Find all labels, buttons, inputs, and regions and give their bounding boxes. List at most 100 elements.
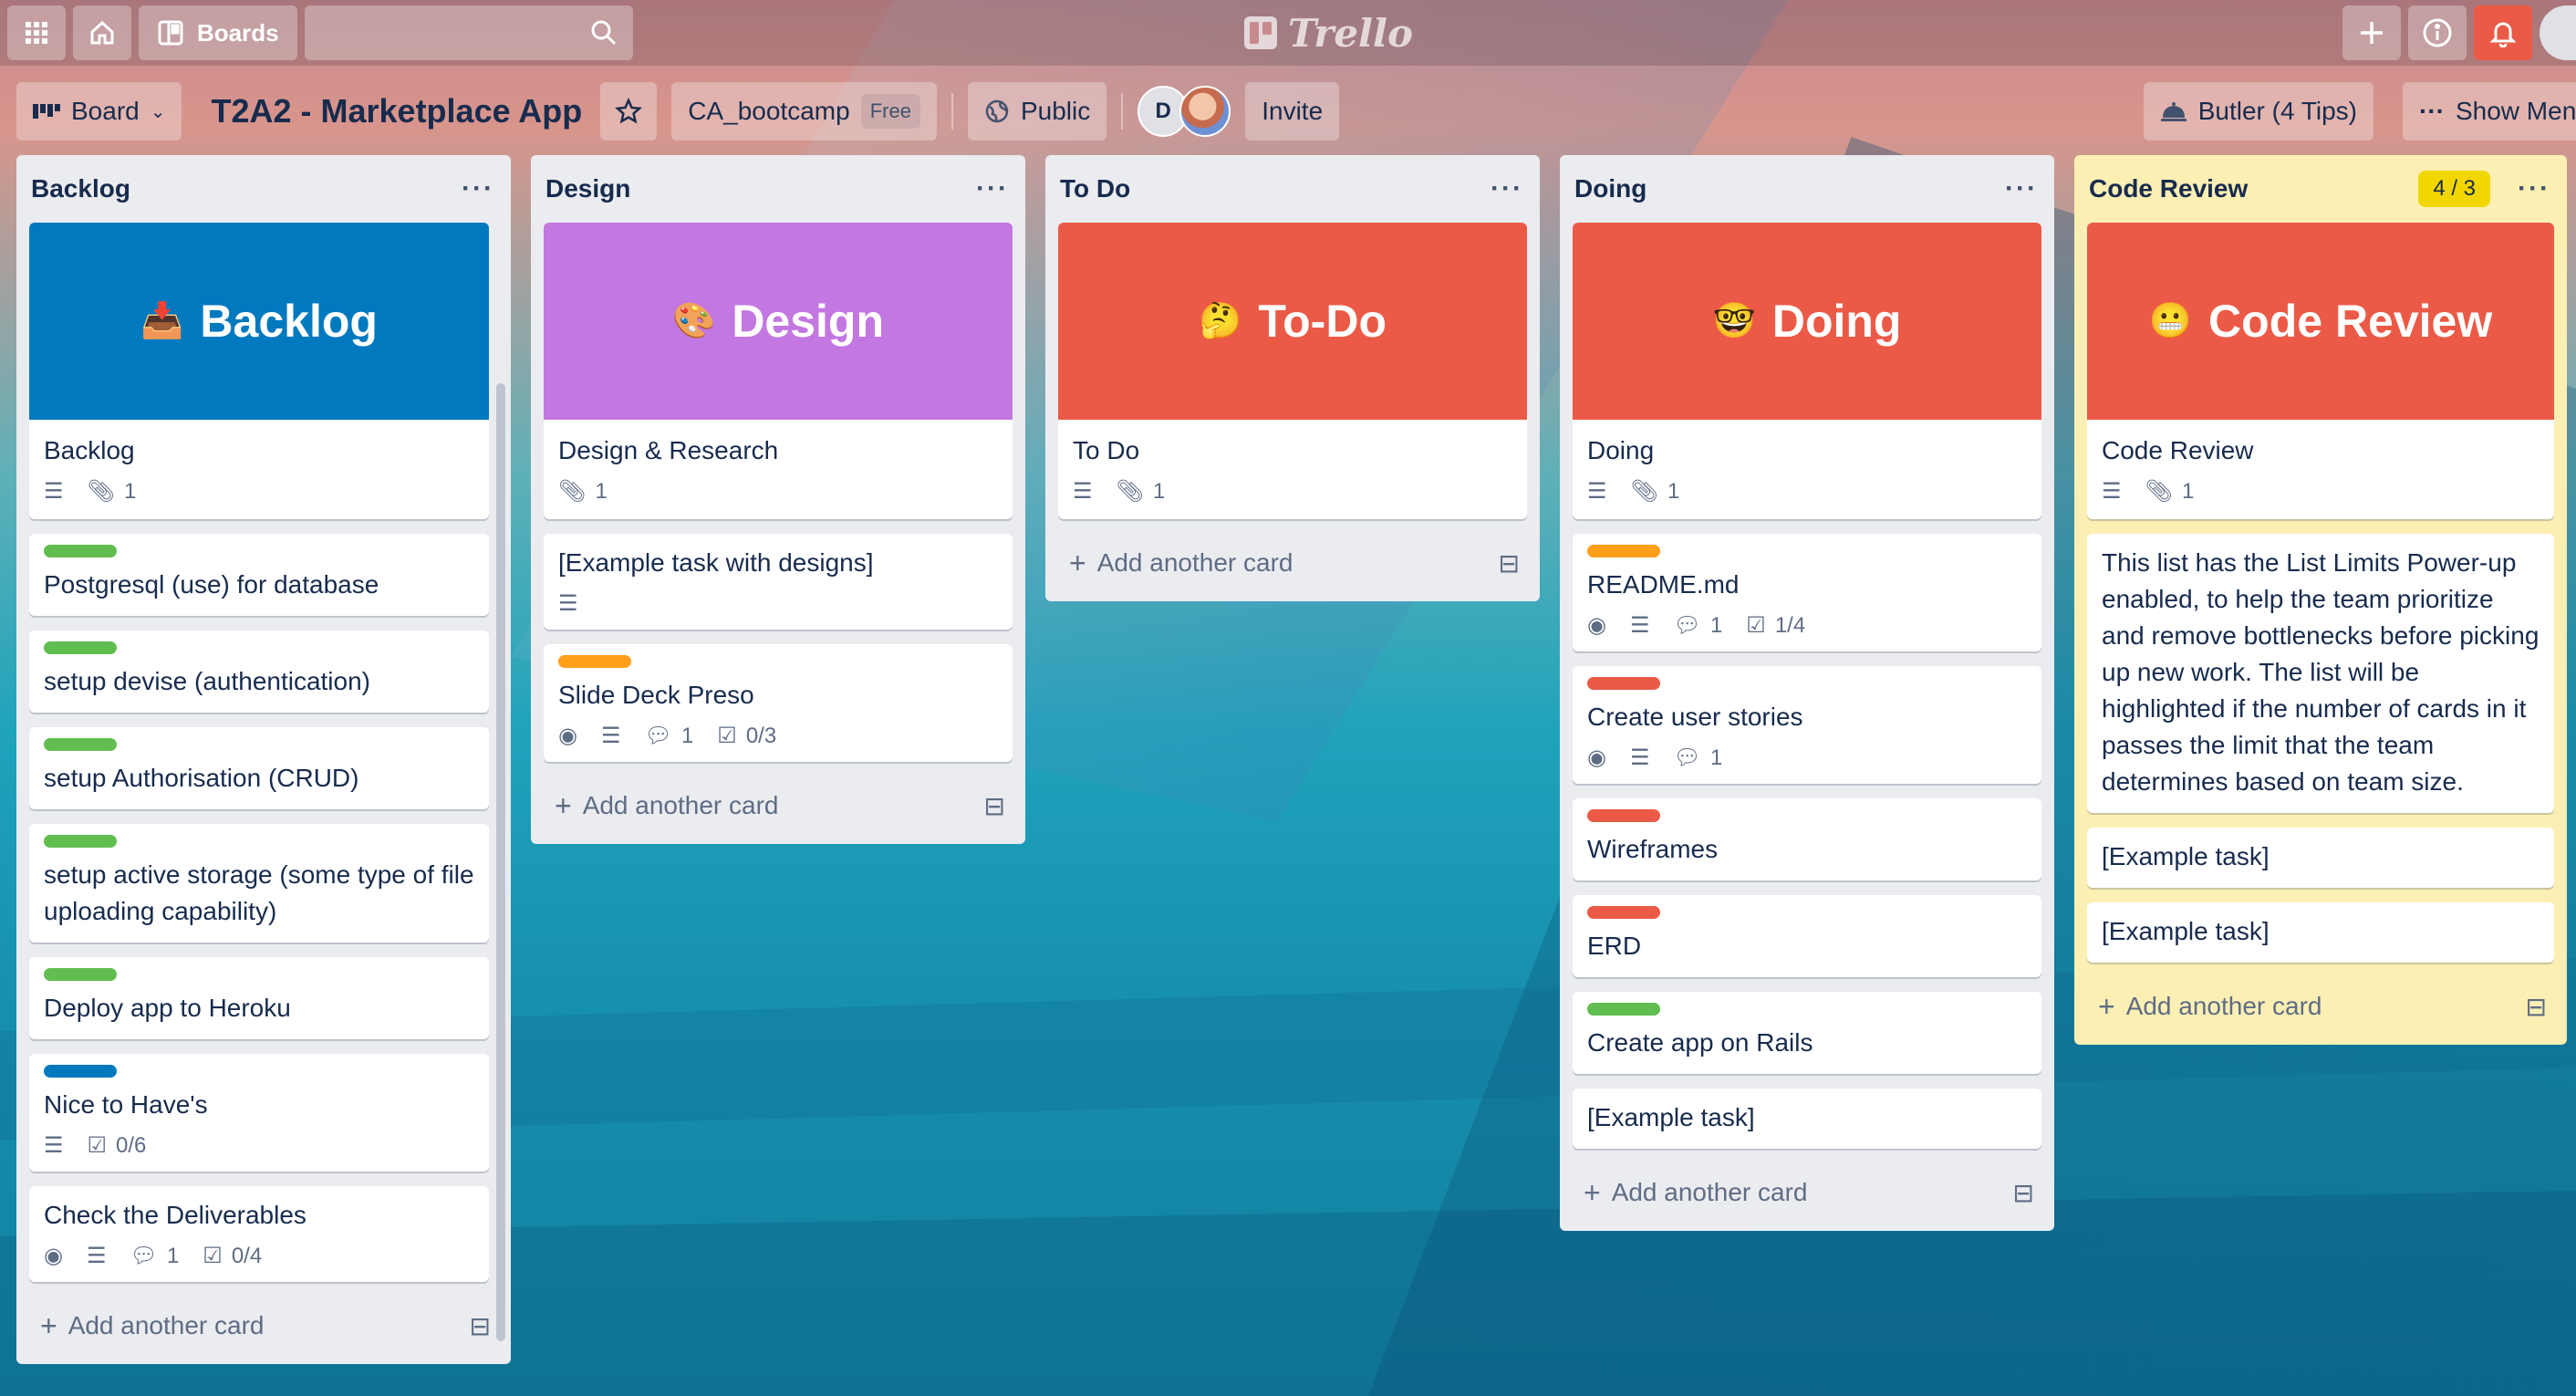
top-navigation-bar: Boards Trello [0,0,2576,66]
card-label[interactable] [44,738,117,751]
list-card[interactable]: Check the Deliverables ◉ ☰ 💬︎ 1 ☑ 0/4 [29,1186,489,1282]
list-title[interactable]: Doing [1574,174,1646,203]
list-backlog: Backlog ··· 📥 Backlog Backlog ☰ 📎︎ 1 Post… [16,155,511,1364]
list-card[interactable]: Create user stories ◉ ☰ 💬︎ 1 [1573,666,2041,784]
card-cover: 🎨 Design [544,223,1013,420]
list-card[interactable]: Slide Deck Preso ◉ ☰ 💬︎ 1 ☑ 0/3 [544,644,1013,762]
cover-card[interactable]: 😬 Code Review Code Review ☰ 📎︎ 1 [2087,223,2554,519]
list-card[interactable]: Deploy app to Heroku [29,957,489,1039]
create-button[interactable] [2342,5,2401,60]
invite-button[interactable]: Invite [1245,82,1340,141]
card-label[interactable] [44,968,117,981]
card-label[interactable] [1587,545,1660,557]
card-label[interactable] [558,655,631,668]
attachment-count: 1 [2181,478,2195,504]
list-menu-icon[interactable]: ··· [2518,173,2550,204]
card-label[interactable] [1587,906,1660,919]
show-menu-button[interactable]: ··· Show Menu [2403,82,2576,141]
card-title: Backlog [44,436,135,464]
card-template-icon[interactable]: ⊟ [470,1311,491,1341]
card-label[interactable] [1587,677,1660,690]
cover-card[interactable]: 🤔 To-Do To Do ☰ 📎︎ 1 [1058,223,1527,519]
board-title[interactable]: T2A2 - Marketplace App [196,92,600,130]
list-menu-icon[interactable]: ··· [976,173,1009,204]
info-icon [2423,18,2452,47]
board-view-switcher[interactable]: Board ⌄ [16,82,182,141]
add-card-button[interactable]: + Add another card ⊟ [29,1297,498,1355]
home-button[interactable] [73,5,131,60]
list-title[interactable]: Code Review [2089,174,2248,203]
list-header[interactable]: To Do ··· [1058,155,1527,223]
list-scrollbar[interactable] [496,383,505,1341]
list-menu-icon[interactable]: ··· [1491,173,1523,204]
boards-button[interactable]: Boards [139,5,297,60]
trello-logo[interactable]: Trello [1242,7,1413,58]
list-header[interactable]: Backlog ··· [29,155,498,223]
card-template-icon[interactable]: ⊟ [2526,992,2547,1022]
attachment-badge: 📎︎ 1 [88,478,137,505]
card-title: Nice to Have's [44,1090,208,1119]
plus-icon: + [40,1308,57,1342]
card-template-icon[interactable]: ⊟ [984,791,1005,821]
card-title: Check the Deliverables [44,1201,306,1229]
list-title[interactable]: To Do [1060,174,1130,203]
add-card-button[interactable]: + Add another card ⊟ [1573,1163,2041,1222]
list-card[interactable]: README.md ◉ ☰ 💬︎ 1 ☑ 1/4 [1573,534,2041,651]
add-card-button[interactable]: + Add another card ⊟ [1058,534,1527,592]
card-template-icon[interactable]: ⊟ [1499,548,1520,578]
apps-button[interactable] [7,5,66,60]
cover-card[interactable]: 📥 Backlog Backlog ☰ 📎︎ 1 [29,223,489,519]
list-card[interactable]: ERD [1573,895,2041,977]
list-card[interactable]: Nice to Have's ☰ ☑ 0/6 [29,1054,489,1172]
list-card[interactable]: [Example task] [2087,902,2554,963]
visibility-button[interactable]: Public [967,82,1107,141]
paperclip-icon: 📎︎ [1630,479,1658,504]
add-card-button[interactable]: + Add another card ⊟ [2087,977,2554,1036]
list-card[interactable]: [Example task] [2087,828,2554,888]
card-label[interactable] [44,641,117,654]
card-template-icon[interactable]: ⊟ [2013,1178,2034,1208]
list-header[interactable]: Design ··· [544,155,1013,223]
list-design: Design ··· 🎨 Design Design & Research 📎︎… [531,155,1025,844]
butler-button[interactable]: Butler (4 Tips) [2143,82,2373,141]
search-input[interactable] [304,5,633,60]
member-avatar-photo[interactable] [1179,86,1231,137]
list-card[interactable]: setup devise (authentication) [29,630,489,713]
list-menu-icon[interactable]: ··· [2005,173,2038,204]
logo-text: Trello [1288,10,1413,56]
card-label[interactable] [44,835,117,848]
card-label[interactable] [44,1065,117,1078]
card-title: README.md [1587,570,1740,599]
card-title: Slide Deck Preso [558,681,754,709]
cover-card[interactable]: 🎨 Design Design & Research 📎︎ 1 [544,223,1013,519]
cover-card[interactable]: 🤓 Doing Doing ☰ 📎︎ 1 [1573,223,2041,519]
list-card[interactable]: [Example task with designs] ☰ [544,534,1013,630]
description-icon: ☰ [558,591,578,616]
card-label[interactable] [1587,1003,1660,1016]
team-button[interactable]: CA_bootcamp Free [671,82,937,141]
add-card-button[interactable]: + Add another card ⊟ [544,776,1013,835]
card-label[interactable] [44,545,117,557]
list-card[interactable]: Postgresql (use) for database [29,534,489,616]
grid-icon [26,22,47,44]
star-button[interactable] [600,82,658,141]
list-card[interactable]: This list has the List Limits Power-up e… [2087,534,2554,813]
card-label[interactable] [1587,809,1660,822]
list-header[interactable]: Code Review 4 / 3 ··· [2087,155,2554,223]
plus-icon: + [2098,989,2115,1023]
account-avatar[interactable] [2540,5,2576,60]
notifications-button[interactable] [2474,5,2532,60]
search-icon [591,20,616,46]
list-card[interactable]: setup active storage (some type of file … [29,824,489,943]
list-card[interactable]: Create app on Rails [1573,992,2041,1074]
list-menu-icon[interactable]: ··· [462,173,494,204]
nerd-emoji-icon: 🤓 [1712,302,1756,340]
list-card[interactable]: [Example task] [1573,1089,2041,1149]
list-title[interactable]: Design [545,174,630,203]
info-button[interactable] [2408,5,2467,60]
list-card[interactable]: Wireframes [1573,798,2041,880]
attachment-count: 1 [1152,478,1166,504]
list-card[interactable]: setup Authorisation (CRUD) [29,727,489,809]
list-header[interactable]: Doing ··· [1573,155,2041,223]
list-title[interactable]: Backlog [31,174,130,203]
